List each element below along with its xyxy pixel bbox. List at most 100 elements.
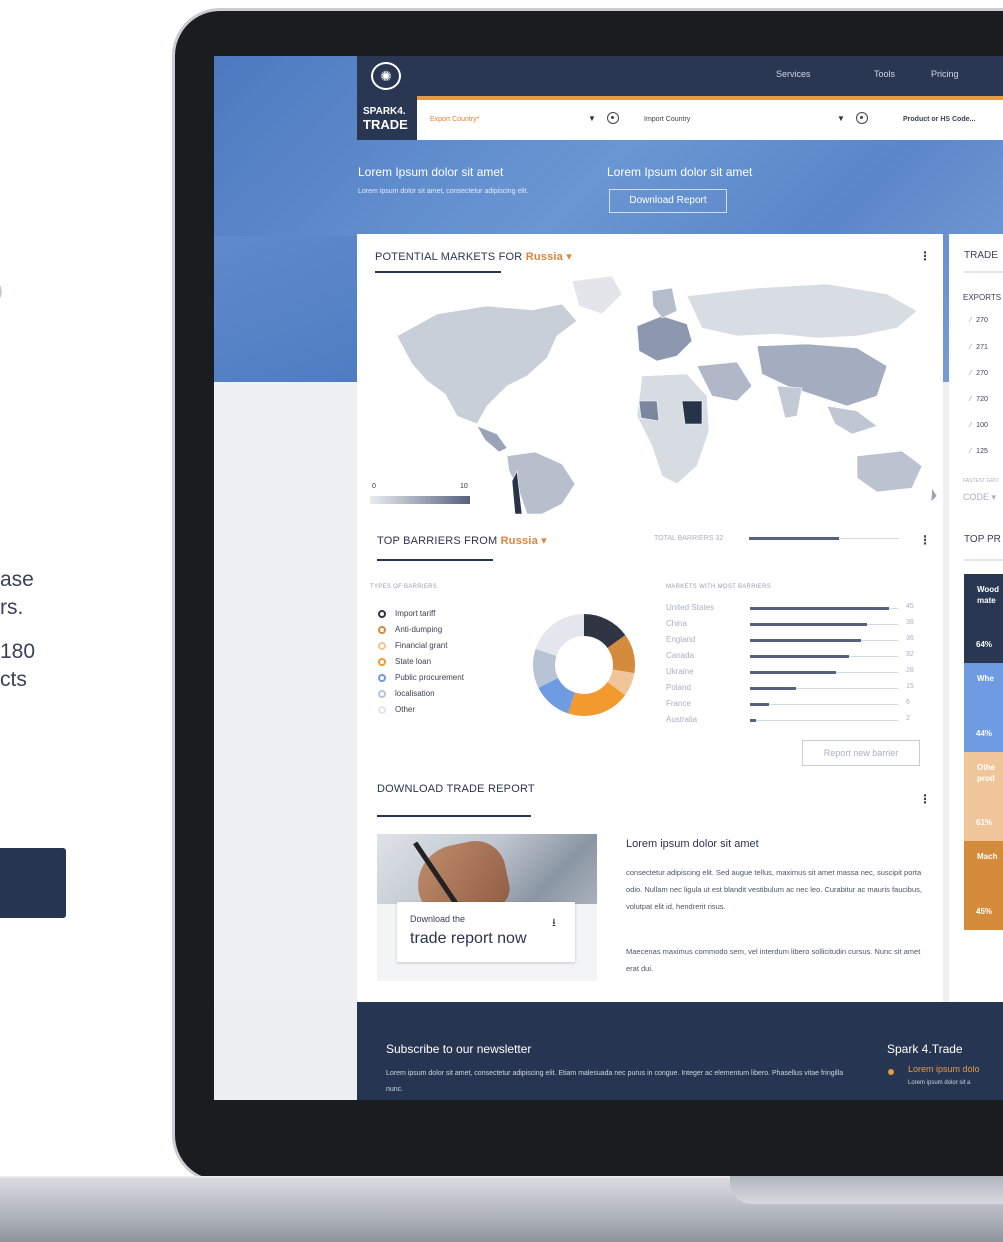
map-europe <box>636 315 693 362</box>
nav-tools[interactable]: Tools <box>874 69 895 79</box>
market-name: China <box>666 619 687 628</box>
hs-code-row: ⁄ 125 <box>970 448 988 455</box>
barrier-donut-chart <box>533 614 635 716</box>
market-value: 6 <box>906 699 910 706</box>
market-bar-fill <box>750 623 868 626</box>
map-north-america <box>396 303 578 425</box>
barrier-type-swatch <box>378 625 386 634</box>
barrier-type-swatch <box>378 673 386 682</box>
logo-text-line2: TRADE <box>363 117 408 132</box>
download-card-line1: Download the <box>410 914 466 924</box>
map-central-america <box>476 425 508 453</box>
download-icon[interactable]: ⭳ <box>552 914 556 933</box>
hero-background-panel <box>214 236 374 382</box>
product-percent: 44% <box>976 729 993 738</box>
download-report-card[interactable]: Download the trade report now ⭳ <box>397 902 575 962</box>
code-dropdown[interactable]: CODE ▾ <box>963 492 996 503</box>
export-country-select[interactable]: Export Country* <box>430 116 479 123</box>
barrier-type-item[interactable]: Anti-dumping <box>378 625 442 634</box>
more-options-icon[interactable]: ⋮ <box>919 249 931 263</box>
market-name: Canada <box>666 651 695 660</box>
marketing-heading-fragment: O <box>0 276 3 310</box>
market-value: 38 <box>906 619 914 626</box>
app-logo[interactable]: ✺ SPARK4. TRADE <box>357 56 417 140</box>
search-bar: Export Country* ▼ Import Country ▼ Produ… <box>417 100 1003 140</box>
locate-icon[interactable] <box>856 112 868 124</box>
article-title: Lorem ipsum dolor sit amet <box>626 838 759 850</box>
market-name: England <box>666 635 696 644</box>
report-new-barrier-button[interactable]: Report new barrier <box>802 740 920 766</box>
more-options-icon[interactable]: ⋮ <box>919 792 931 806</box>
top-navbar <box>357 56 1003 96</box>
barrier-type-swatch <box>378 689 386 698</box>
top-product-card[interactable]: Whe 44% <box>964 663 1003 752</box>
market-row: Poland 15 <box>666 683 926 693</box>
section-title-text: TOP BARRIERS FROM <box>377 535 498 547</box>
market-name: Australia <box>666 715 698 724</box>
nav-services[interactable]: Services <box>776 69 811 79</box>
top-product-card[interactable]: Wood mate 64% <box>964 574 1003 663</box>
market-bar-track <box>750 720 898 721</box>
market-value: 36 <box>906 635 914 642</box>
barrier-type-item[interactable]: Import tariff <box>378 609 435 618</box>
country-name: Russia <box>525 251 563 263</box>
barrier-type-label: Anti-dumping <box>395 625 443 634</box>
newsletter-text: Lorem ipsum dolor sit amet, consectetur … <box>386 1070 844 1093</box>
hero-left-subtitle: Lorem ipsum dolor sit amet, consectetur … <box>358 188 529 195</box>
country-name: Russia <box>500 535 538 547</box>
map-legend-min: 0 <box>372 483 376 490</box>
barrier-type-swatch <box>378 641 386 650</box>
total-barriers-fill <box>749 537 839 540</box>
market-row: China 38 <box>666 619 926 629</box>
leaf-icon: ⁄ <box>970 396 972 403</box>
barrier-country-dropdown[interactable]: Russia ▾ <box>501 535 547 547</box>
chevron-down-icon[interactable]: ▼ <box>837 114 845 123</box>
markets-most-barriers-label: MARKETS WITH MOST BARRIERS <box>666 584 772 590</box>
barrier-type-label: State loan <box>395 657 432 666</box>
top-barriers-title: TOP BARRIERS FROM Russia ▾ <box>377 534 547 547</box>
locate-icon[interactable] <box>607 112 619 124</box>
barrier-type-item[interactable]: State loan <box>378 657 431 666</box>
hs-code: 100 <box>976 422 988 429</box>
total-barriers-label: TOTAL BARRIERS 32 <box>654 535 724 542</box>
barrier-type-swatch <box>378 657 386 666</box>
barrier-type-label: localisation <box>395 689 435 698</box>
more-options-icon[interactable]: ⋮ <box>919 533 931 547</box>
world-map[interactable] <box>357 266 941 514</box>
footer-link[interactable]: Lorem ipsum dolo <box>908 1064 980 1074</box>
top-product-card[interactable]: Mach 45% <box>964 841 1003 930</box>
marketing-cta-button[interactable] <box>0 848 66 918</box>
map-west-africa <box>638 400 660 422</box>
marketing-line: 180 <box>0 640 36 663</box>
product-percent: 45% <box>976 907 993 916</box>
leaf-icon: ⁄ <box>970 448 972 455</box>
hs-code-row: ⁄ 271 <box>970 344 988 351</box>
logo-text-line1: SPARK4. <box>363 106 406 117</box>
market-country-dropdown[interactable]: Russia ▾ <box>526 251 572 263</box>
hs-code-row: ⁄ 720 <box>970 396 988 403</box>
barrier-type-item[interactable]: localisation <box>378 689 435 698</box>
leaf-icon: ⁄ <box>970 422 972 429</box>
hs-code-row: ⁄ 270 <box>970 317 988 324</box>
barrier-type-item[interactable]: Public procurement <box>378 673 464 682</box>
laptop-base-notch <box>730 1176 1003 1204</box>
barrier-type-item[interactable]: Other <box>378 705 415 714</box>
market-row: Canada 32 <box>666 651 926 661</box>
fastest-growing-label: FASTEST GRO <box>963 478 998 484</box>
download-report-button[interactable]: Download Report <box>609 189 727 213</box>
chevron-down-icon[interactable]: ▼ <box>588 114 596 123</box>
nav-pricing[interactable]: Pricing <box>931 69 959 79</box>
market-name: United States <box>666 603 715 612</box>
market-bar-fill <box>750 607 889 610</box>
section-underline <box>377 815 531 817</box>
article-paragraph-2: Maecenas maximus commodo sem, vel interd… <box>626 947 921 973</box>
barrier-type-swatch <box>378 609 386 618</box>
product-hs-code-input[interactable]: Product or HS Code... <box>903 116 975 123</box>
market-bar-fill <box>750 719 757 722</box>
top-product-card[interactable]: Othe prod 61% <box>964 752 1003 841</box>
product-percent: 64% <box>976 640 993 649</box>
barrier-type-item[interactable]: Financial grant <box>378 641 447 650</box>
footer-link-sub: Lorem ipsum dolor sit a <box>908 1080 971 1086</box>
import-country-select[interactable]: Import Country <box>644 116 690 123</box>
marketing-paragraph-1: ase rs. <box>0 566 34 622</box>
